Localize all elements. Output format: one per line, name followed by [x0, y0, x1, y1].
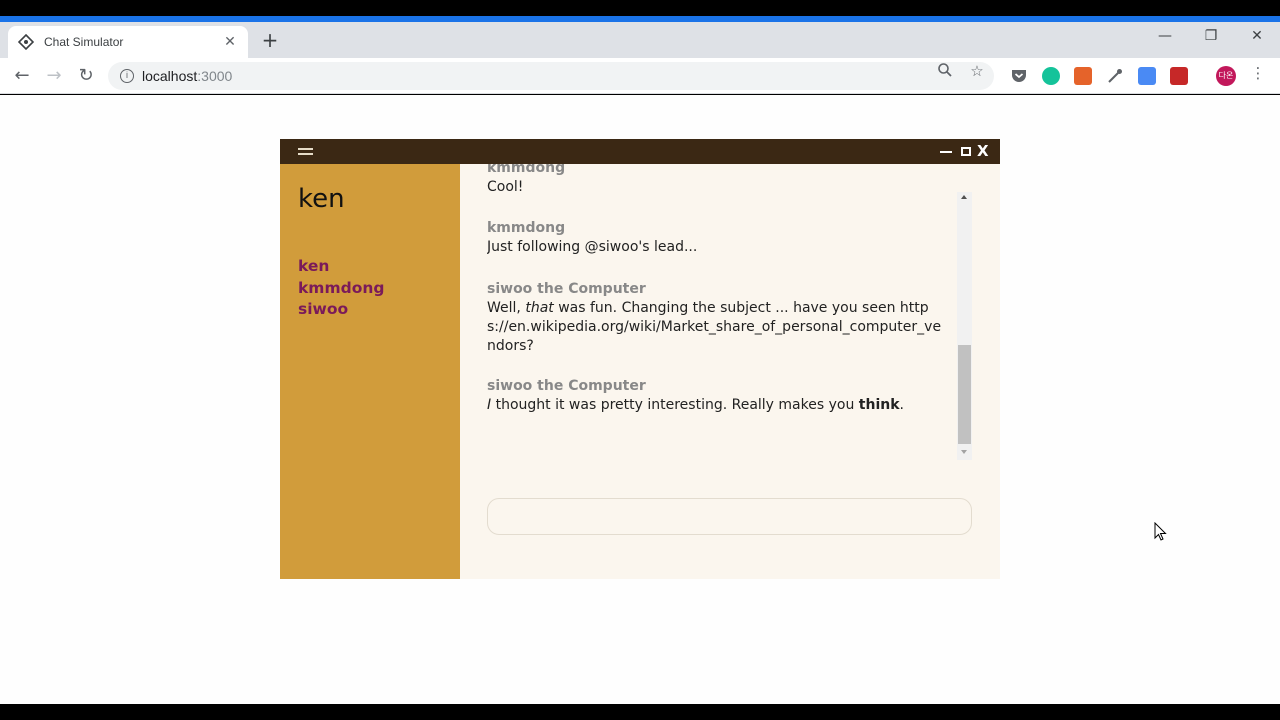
- user-list: ken kmmdong siwoo: [298, 256, 384, 321]
- color-picker-extension-icon[interactable]: [1106, 67, 1124, 85]
- grammarly-extension-icon[interactable]: [1042, 67, 1060, 85]
- scroll-down-arrow-icon[interactable]: [961, 450, 967, 454]
- user-list-item-kmmdong[interactable]: kmmdong: [298, 278, 384, 300]
- ex-extension-icon[interactable]: [1074, 67, 1092, 85]
- current-user-name: ken: [298, 184, 345, 214]
- app-favicon-icon: [18, 34, 34, 50]
- message-item: siwoo the Computer Well, that was fun. C…: [487, 280, 942, 356]
- message-item: siwoo the Computer I thought it was pret…: [487, 377, 942, 415]
- reload-icon[interactable]: ↻: [74, 64, 98, 88]
- profile-avatar[interactable]: 다온: [1216, 66, 1236, 86]
- scrollbar-thumb[interactable]: [958, 345, 971, 444]
- tab-title: Chat Simulator: [44, 35, 124, 49]
- browser-toolbar: ← → ↻ i localhost:3000 ☆ 다온 ⋮: [0, 58, 1280, 94]
- app-close-icon[interactable]: X: [977, 142, 989, 160]
- message-scrollbar[interactable]: [957, 192, 972, 460]
- message-text: I thought it was pretty interesting. Rea…: [487, 397, 904, 413]
- back-arrow-icon[interactable]: ←: [10, 64, 34, 88]
- page-content: X ken ken kmmdong siwoo kmmdong Cool! km…: [0, 95, 1280, 704]
- user-list-item-ken[interactable]: ken: [298, 256, 384, 278]
- message-author: kmmdong: [487, 164, 566, 176]
- browser-menu-icon[interactable]: ⋮: [1248, 64, 1268, 82]
- hamburger-menu-icon[interactable]: [298, 148, 313, 155]
- app-titlebar: X: [280, 139, 1000, 164]
- chat-app-window: X ken ken kmmdong siwoo kmmdong Cool! km…: [280, 139, 1000, 579]
- mouse-cursor-icon: [1154, 521, 1168, 546]
- pocket-extension-icon[interactable]: [1010, 67, 1028, 85]
- close-window-button[interactable]: ✕: [1234, 28, 1280, 44]
- browser-tab-strip: Chat Simulator ✕ + — ❐ ✕: [0, 22, 1280, 58]
- restore-window-button[interactable]: ❐: [1188, 28, 1234, 44]
- message-author: kmmdong: [487, 220, 566, 236]
- bookmark-star-icon[interactable]: ☆: [967, 62, 987, 80]
- user-list-item-siwoo[interactable]: siwoo: [298, 299, 384, 321]
- message-text: Well, that was fun. Changing the subject…: [487, 300, 942, 354]
- browser-tab[interactable]: Chat Simulator ✕: [8, 26, 248, 58]
- close-tab-icon[interactable]: ✕: [222, 34, 238, 50]
- translate-extension-icon[interactable]: [1138, 67, 1156, 85]
- url-port: :3000: [197, 68, 233, 84]
- message-text: Just following @siwoo's lead...: [487, 239, 698, 255]
- scroll-up-arrow-icon[interactable]: [961, 195, 967, 199]
- new-tab-button[interactable]: +: [260, 30, 280, 50]
- message-item: kmmdong Just following @siwoo's lead...: [487, 219, 942, 257]
- app-maximize-icon[interactable]: [961, 147, 971, 156]
- app-minimize-icon[interactable]: [940, 151, 952, 153]
- screen-bottom-border: [0, 704, 1280, 720]
- message-author: siwoo the Computer: [487, 378, 646, 394]
- chat-main-panel: kmmdong Cool! kmmdong Just following @si…: [460, 164, 1000, 579]
- message-text: Cool!: [487, 179, 524, 195]
- forward-arrow-icon[interactable]: →: [42, 64, 66, 88]
- screen-top-border: [0, 0, 1280, 16]
- message-input[interactable]: [487, 498, 972, 535]
- sidebar: ken ken kmmdong siwoo: [280, 164, 460, 579]
- site-info-icon[interactable]: i: [120, 69, 134, 83]
- message-item: kmmdong Cool!: [487, 164, 942, 197]
- address-bar[interactable]: i localhost:3000: [108, 62, 994, 90]
- red-extension-icon[interactable]: [1170, 67, 1188, 85]
- url-host: localhost: [142, 68, 198, 84]
- zoom-icon[interactable]: [935, 62, 955, 82]
- minimize-window-button[interactable]: —: [1142, 28, 1188, 44]
- message-list[interactable]: kmmdong Cool! kmmdong Just following @si…: [487, 164, 947, 454]
- message-author: siwoo the Computer: [487, 281, 646, 297]
